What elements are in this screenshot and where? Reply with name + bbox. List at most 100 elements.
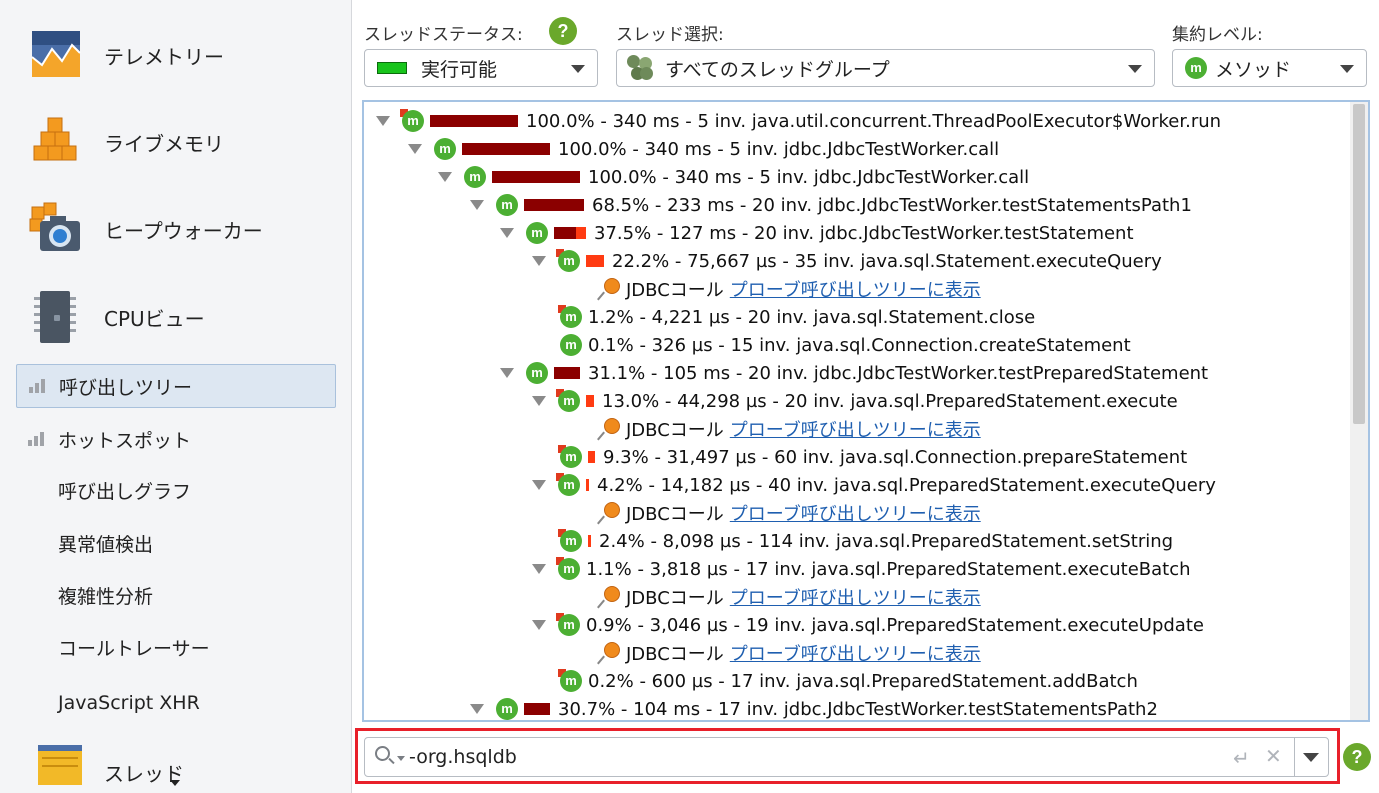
probe-call-row[interactable]: JDBCコール プローブ呼び出しツリーに表示	[596, 275, 981, 303]
probe-label: JDBCコール	[626, 588, 724, 609]
call-tree-row-text: 1.2% - 4,221 µs - 20 inv. java.sql.State…	[588, 306, 1036, 328]
expand-toggle-icon[interactable]	[532, 396, 546, 406]
call-tree-row[interactable]: m 1.1% - 3,818 µs - 17 inv. java.sql.Prep…	[532, 555, 1191, 583]
nav-javascript-xhr[interactable]: JavaScript XHR	[58, 688, 200, 718]
nav-telemetry-label: テレメトリー	[104, 44, 224, 69]
probe-call-row[interactable]: JDBCコール プローブ呼び出しツリーに表示	[596, 583, 981, 611]
time-bar	[588, 451, 595, 463]
show-in-probe-tree-link[interactable]: プローブ呼び出しツリーに表示	[730, 416, 981, 442]
chevron-down-icon	[571, 65, 585, 73]
telemetry-icon	[31, 31, 81, 77]
help-icon[interactable]: ?	[549, 17, 577, 45]
method-icon: m	[524, 221, 550, 245]
expand-toggle-icon[interactable]	[438, 172, 452, 182]
expand-toggle-icon[interactable]	[500, 368, 514, 378]
expand-toggle-icon[interactable]	[376, 116, 390, 126]
expand-toggle-icon[interactable]	[470, 704, 484, 714]
call-tree-row[interactable]: m 1.2% - 4,221 µs - 20 inv. java.sql.Stat…	[558, 303, 1035, 331]
call-tree[interactable]: m 100.0% - 340 ms - 5 inv. java.util.conc…	[362, 100, 1370, 722]
nav-threads[interactable]: スレッド	[26, 740, 336, 793]
probe-pin-icon	[596, 501, 622, 525]
call-tree-row[interactable]: m 100.0% - 340 ms - 5 inv. java.util.conc…	[376, 107, 1221, 135]
show-in-probe-tree-link[interactable]: プローブ呼び出しツリーに表示	[730, 276, 981, 302]
call-tree-row[interactable]: m 100.0% - 340 ms - 5 inv. jdbc.JdbcTestW…	[408, 135, 999, 163]
thread-select[interactable]: すべてのスレッドグループ	[616, 49, 1155, 87]
call-tree-row[interactable]: m 31.1% - 105 ms - 20 inv. jdbc.JdbcTestW…	[500, 359, 1208, 387]
nav-call-tree[interactable]: 呼び出しツリー	[16, 364, 336, 408]
call-tree-row[interactable]: m 22.2% - 75,667 µs - 35 inv. java.sql.St…	[532, 247, 1162, 275]
probe-call-row[interactable]: JDBCコール プローブ呼び出しツリーに表示	[596, 499, 981, 527]
nav-hot-spots[interactable]: ホットスポット	[16, 417, 336, 461]
method-icon: m	[524, 361, 550, 385]
bar-chart-icon	[29, 377, 51, 395]
enter-icon[interactable]: ↵	[1233, 746, 1250, 770]
nav-call-tree-label: 呼び出しツリー	[59, 376, 193, 399]
expand-toggle-icon[interactable]	[500, 228, 514, 238]
nav-cpu-views[interactable]: CPUビュー	[26, 289, 336, 345]
call-tree-row[interactable]: m 0.9% - 3,046 µs - 19 inv. java.sql.Prep…	[532, 611, 1204, 639]
call-tree-row-text: 0.9% - 3,046 µs - 19 inv. java.sql.Prepa…	[586, 614, 1204, 636]
method-icon: m	[556, 249, 582, 273]
time-bar	[588, 535, 591, 547]
call-tree-row[interactable]: m 2.4% - 8,098 µs - 114 inv. java.sql.Pre…	[558, 527, 1173, 555]
aggregation-level-value: メソッド	[1215, 58, 1292, 81]
expand-toggle-icon[interactable]	[470, 200, 484, 210]
clear-icon[interactable]: ✕	[1265, 744, 1282, 768]
time-bar	[586, 479, 589, 491]
probe-call-row[interactable]: JDBCコール プローブ呼び出しツリーに表示	[596, 415, 981, 443]
expand-toggle-icon[interactable]	[532, 620, 546, 630]
filter-divider	[1294, 738, 1295, 776]
call-tree-row[interactable]: m 0.1% - 326 µs - 15 inv. java.sql.Connec…	[558, 331, 1131, 359]
call-tree-row[interactable]: m 68.5% - 233 ms - 20 inv. jdbc.JdbcTestW…	[470, 191, 1192, 219]
scrollbar-thumb[interactable]	[1353, 104, 1365, 424]
thread-status-select[interactable]: 実行可能	[364, 49, 598, 87]
call-tree-row[interactable]: m 13.0% - 44,298 µs - 20 inv. java.sql.Pr…	[532, 387, 1178, 415]
nav-call-graph[interactable]: 呼び出しグラフ	[58, 477, 191, 507]
method-icon: m	[556, 557, 582, 581]
probe-call-row[interactable]: JDBCコール プローブ呼び出しツリーに表示	[596, 639, 981, 667]
search-icon[interactable]	[375, 746, 395, 766]
call-tree-row[interactable]: m 100.0% - 340 ms - 5 inv. jdbc.JdbcTestW…	[438, 163, 1029, 191]
thread-status-value: 実行可能	[421, 58, 498, 81]
cpu-chip-icon	[34, 291, 76, 343]
filter-help-icon[interactable]: ?	[1343, 743, 1371, 771]
filter-input[interactable]	[409, 744, 1209, 770]
expand-toggle-icon[interactable]	[408, 144, 422, 154]
nav-telemetry[interactable]: テレメトリー	[26, 27, 336, 83]
expand-toggle-icon[interactable]	[532, 480, 546, 490]
sidebar-scroll-down-arrow[interactable]	[170, 780, 180, 786]
filter-history-dropdown-icon[interactable]	[1303, 753, 1319, 762]
nav-outlier-detection[interactable]: 異常値検出	[58, 530, 153, 560]
call-tree-row[interactable]: m 4.2% - 14,182 µs - 40 inv. java.sql.Pre…	[532, 471, 1216, 499]
nav-call-tracer[interactable]: コールトレーサー	[58, 634, 210, 664]
sidebar: テレメトリー ライブメモリ ヒープウォーカー CPUビュー 呼び出しツリー ホッ…	[0, 0, 352, 793]
aggregation-level-select[interactable]: m メソッド	[1172, 49, 1367, 87]
nav-live-memory[interactable]: ライブメモリ	[26, 114, 336, 170]
probe-label: JDBCコール	[626, 504, 724, 525]
show-in-probe-tree-link[interactable]: プローブ呼び出しツリーに表示	[730, 500, 981, 526]
nav-heap-walker[interactable]: ヒープウォーカー	[26, 201, 336, 257]
show-in-probe-tree-link[interactable]: プローブ呼び出しツリーに表示	[730, 584, 981, 610]
call-tree-row[interactable]: m 0.2% - 600 µs - 17 inv. java.sql.Prepar…	[558, 667, 1138, 695]
nav-complexity-analysis[interactable]: 複雑性分析	[58, 582, 153, 612]
probe-label: JDBCコール	[626, 420, 724, 441]
call-tree-row[interactable]: m 30.7% - 104 ms - 17 inv. jdbc.JdbcTestW…	[470, 695, 1158, 720]
call-tree-row[interactable]: m 37.5% - 127 ms - 20 inv. jdbc.JdbcTestW…	[500, 219, 1134, 247]
probe-pin-icon	[596, 585, 622, 609]
time-bar	[462, 143, 550, 155]
method-icon: m	[494, 193, 520, 217]
aggregation-level-label: 集約レベル:	[1172, 25, 1263, 45]
nav-heap-walker-label: ヒープウォーカー	[104, 218, 263, 243]
nav-cpu-views-label: CPUビュー	[104, 306, 205, 331]
expand-toggle-icon[interactable]	[532, 564, 546, 574]
vertical-scrollbar[interactable]	[1350, 102, 1368, 720]
thread-select-value: すべてのスレッドグループ	[665, 58, 890, 81]
thread-group-icon	[627, 55, 653, 81]
time-bar	[524, 199, 584, 211]
show-in-probe-tree-link[interactable]: プローブ呼び出しツリーに表示	[730, 640, 981, 666]
call-tree-row-text: 9.3% - 31,497 µs - 60 inv. java.sql.Conn…	[603, 446, 1188, 468]
expand-toggle-icon[interactable]	[532, 256, 546, 266]
search-options-chevron-icon[interactable]	[397, 756, 405, 761]
call-tree-row[interactable]: m 9.3% - 31,497 µs - 60 inv. java.sql.Con…	[558, 443, 1187, 471]
method-icon: m	[558, 529, 584, 553]
